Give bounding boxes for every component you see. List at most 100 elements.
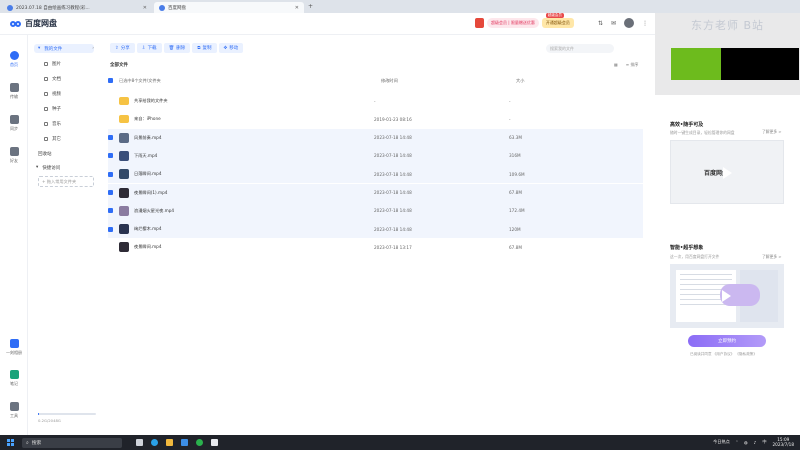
add-quick-access[interactable]: + 拖入常用文件夹	[38, 176, 94, 187]
close-tab-icon[interactable]: ✕	[143, 5, 147, 11]
avatar[interactable]	[624, 18, 635, 28]
file-time: -	[374, 98, 376, 104]
download-button[interactable]: ⇩ 下载	[136, 43, 162, 53]
language-indicator[interactable]: 中	[762, 439, 766, 445]
news-widget[interactable]: 今日热点	[713, 439, 730, 445]
file-name[interactable]: 绚烂樱木.mp4	[134, 226, 374, 232]
vip-button[interactable]: 超级会员 开通超级会员	[541, 13, 574, 28]
folder-icon[interactable]	[166, 439, 173, 446]
file-name[interactable]: 下雨天.mp4	[134, 153, 374, 159]
table-row[interactable]: 共享给我的文件夹 - -	[108, 92, 643, 110]
file-name[interactable]: 日落瞬间.mp4	[134, 171, 374, 177]
clock[interactable]: 15:09 2023/7/18	[773, 437, 794, 447]
tab-tutorial[interactable]: 2023.07.18 自由绘画练习教程(彩... ✕	[2, 2, 152, 13]
store-icon[interactable]	[181, 439, 188, 446]
sidebar-item-docs[interactable]: 文档	[44, 74, 104, 83]
sidebar-label: 音乐	[52, 121, 61, 127]
more-icon[interactable]: ⋮	[642, 20, 648, 27]
sidebar-item-music[interactable]: 音乐	[44, 119, 104, 128]
reserve-button[interactable]: 立即预约	[688, 335, 766, 347]
select-all-checkbox[interactable]	[108, 78, 113, 83]
table-row[interactable]: 夜景瞬间.mp4 2023-07-18 13:17 67.8M	[108, 238, 643, 256]
table-row[interactable]: 下雨天.mp4 2023-07-18 14:48 316M	[108, 146, 643, 165]
sidebar-label: 回收站	[38, 151, 52, 157]
sidebar-item-videos[interactable]: 视频	[44, 89, 104, 98]
volume-icon[interactable]: ♪	[754, 440, 757, 445]
promo-area[interactable]: 超级会员 | 限量赠送优惠 超级会员 开通超级会员	[475, 13, 574, 28]
windows-start-icon[interactable]	[7, 439, 14, 446]
document-icon	[44, 76, 48, 81]
card2-video[interactable]	[670, 264, 784, 328]
sidebar-item-images[interactable]: 图片	[44, 59, 104, 68]
card1-more-link[interactable]: 了解更多 >	[762, 129, 782, 135]
play-icon[interactable]	[723, 167, 732, 179]
file-name[interactable]: 夜景瞬间(1).mp4	[134, 190, 374, 196]
file-name[interactable]: 共享给我的文件夹	[134, 98, 374, 104]
column-time[interactable]: 修改时间	[381, 78, 516, 84]
table-row[interactable]: 日落瞬间.mp4 2023-07-18 14:48 109.6M	[108, 165, 643, 184]
rail-item-sync[interactable]: 同步	[0, 115, 28, 132]
file-main: ⇪ 分享 ⇩ 下载 🗑 删除 ⧉ 复制 ✥ 移动 搜索我的文件 全部文件 ▦ ≡ 排序 已…	[98, 35, 655, 435]
vip-badge: 超级会员	[545, 13, 564, 18]
file-time: 2019-01-23 08:16	[374, 116, 412, 122]
rail-item-home[interactable]: 首页	[0, 51, 28, 68]
card1-video[interactable]: 百度网盘	[670, 140, 784, 204]
sidebar-item-other[interactable]: 其它	[44, 134, 104, 143]
tray-overflow-icon[interactable]: ˄	[736, 440, 738, 445]
sidebar-my-files[interactable]: ▾ 我的文件 ›	[34, 44, 94, 53]
rail-item-friends[interactable]: 好友	[0, 147, 28, 164]
table-row[interactable]: 绚烂樱木.mp4 2023-07-18 14:48 120M	[108, 220, 643, 239]
move-button[interactable]: ✥ 移动	[218, 43, 244, 53]
row-checkbox[interactable]	[108, 190, 113, 195]
transfer-icon[interactable]: ⇅	[598, 20, 603, 27]
netdisk-logo-icon	[10, 19, 22, 28]
promo-pill[interactable]: 超级会员 | 限量赠送优惠	[487, 18, 539, 28]
rail-item-transfer[interactable]: 传输	[0, 83, 28, 100]
netdisk-task-icon[interactable]	[211, 439, 218, 446]
wechat-icon[interactable]	[196, 439, 203, 446]
row-checkbox[interactable]	[108, 153, 113, 159]
file-time: 2023-07-18 14:48	[374, 190, 412, 195]
row-checkbox[interactable]	[108, 135, 113, 141]
file-name[interactable]: 风景前奏.mp4	[134, 135, 374, 141]
new-tab-icon[interactable]: +	[308, 3, 313, 10]
search-input[interactable]: 搜索我的文件	[546, 44, 614, 53]
delete-button[interactable]: 🗑 删除	[163, 43, 191, 53]
table-row[interactable]: 夜景瞬间(1).mp4 2023-07-18 14:48 67.8M	[108, 183, 643, 202]
header-tools: ⇅ ✉ ⋮	[598, 18, 648, 28]
row-checkbox[interactable]	[108, 208, 113, 214]
play-icon[interactable]	[722, 290, 731, 302]
sidebar-recycle-bin[interactable]: 回收站	[38, 149, 98, 158]
netdisk-icon	[159, 4, 165, 11]
task-view-icon[interactable]	[136, 439, 143, 446]
sidebar-item-torrents[interactable]: 种子	[44, 104, 104, 113]
row-checkbox[interactable]	[108, 171, 113, 177]
card2-title: 智能•超乎想象	[670, 245, 704, 251]
copy-button[interactable]: ⧉ 复制	[192, 43, 217, 53]
mail-icon[interactable]: ✉	[611, 20, 616, 27]
column-size[interactable]: 大小	[516, 78, 524, 84]
table-row[interactable]: 来自：iPhone 2019-01-23 08:16 -	[108, 110, 643, 128]
card2-more-link[interactable]: 了解更多 >	[762, 254, 782, 260]
file-name[interactable]: 浪漫烟火星光夜.mp4	[134, 208, 374, 214]
copy-icon: ⧉	[197, 46, 201, 51]
rail-item-album[interactable]: 一刻相册	[0, 339, 28, 356]
sort-button[interactable]: ≡ 排序	[626, 62, 639, 68]
legal-text[interactable]: 已阅读并同意 《用户协议》 《隐私政策》	[690, 352, 757, 357]
share-button[interactable]: ⇪ 分享	[110, 43, 135, 53]
grid-view-icon[interactable]: ▦	[614, 62, 618, 68]
table-row[interactable]: 浪漫烟火星光夜.mp4 2023-07-18 14:48 172.4M	[108, 201, 643, 220]
row-checkbox[interactable]	[108, 226, 113, 232]
tab-baidu-netdisk[interactable]: 百度网盘 ✕	[154, 2, 304, 13]
table-row[interactable]: 风景前奏.mp4 2023-07-18 14:48 63.3M	[108, 128, 643, 147]
close-tab-icon[interactable]: ✕	[295, 5, 299, 11]
rail-item-notes[interactable]: 笔记	[0, 370, 28, 387]
rail-item-tools[interactable]: 工具	[0, 402, 28, 419]
network-icon[interactable]: ◍	[744, 440, 748, 445]
breadcrumb[interactable]: 全部文件	[110, 62, 128, 68]
file-name[interactable]: 夜景瞬间.mp4	[134, 244, 374, 250]
sidebar-quick-access[interactable]: ▾ 快捷访问	[36, 163, 96, 172]
taskbar-search[interactable]: ⌕ 搜索	[22, 437, 122, 448]
edge-icon[interactable]	[151, 439, 158, 446]
file-name[interactable]: 来自：iPhone	[134, 116, 374, 122]
